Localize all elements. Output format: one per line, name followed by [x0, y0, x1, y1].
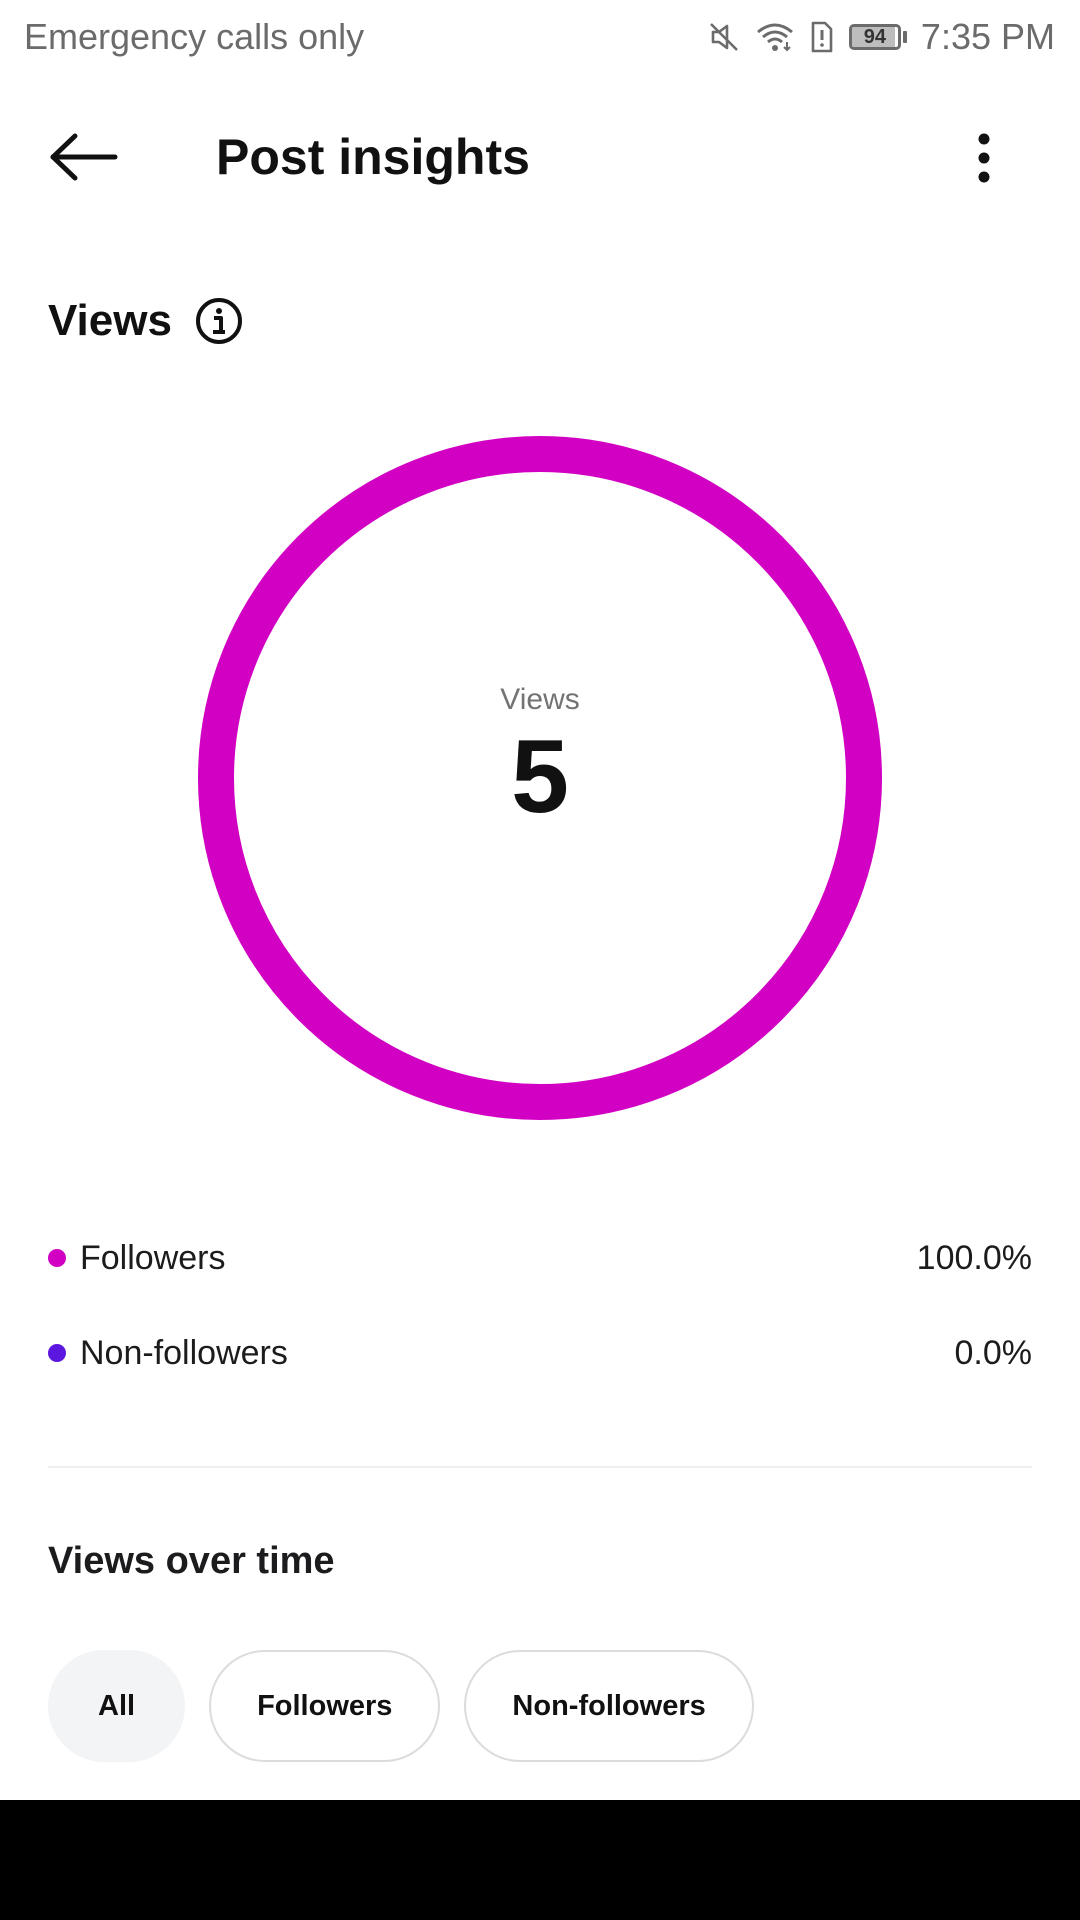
views-header: Views — [48, 296, 244, 346]
legend-value: 100.0% — [916, 1238, 1032, 1277]
legend-dot — [48, 1344, 66, 1362]
filter-chip-non-followers[interactable]: Non-followers — [464, 1650, 754, 1762]
carrier-text: Emergency calls only — [24, 16, 365, 57]
views-section-title: Views — [48, 296, 172, 345]
clock: 7:35 PM — [920, 16, 1055, 57]
legend-value: 0.0% — [954, 1333, 1033, 1372]
legend-row-followers: Followers 100.0% — [48, 1228, 1032, 1288]
legend-row-non-followers: Non-followers 0.0% — [48, 1323, 1032, 1383]
more-options-button[interactable] — [952, 122, 1016, 194]
filter-chip-all[interactable]: All — [48, 1650, 186, 1762]
donut-center: Views 5 — [196, 434, 884, 1122]
app-bar: Post insights — [0, 100, 1080, 212]
battery-icon: 94 — [848, 24, 907, 50]
legend-dot — [48, 1249, 66, 1267]
status-icons: 94 7:35 PM — [707, 16, 1055, 58]
arrow-left-icon — [50, 133, 118, 181]
mute-icon — [707, 20, 741, 54]
donut-center-value: 5 — [511, 719, 569, 836]
back-button[interactable] — [36, 122, 132, 192]
battery-level: 94 — [863, 25, 887, 48]
views-donut-chart: Views 5 — [196, 434, 884, 1122]
more-vertical-icon — [978, 133, 990, 183]
legend-label: Non-followers — [80, 1333, 288, 1372]
donut-center-label: Views — [500, 683, 580, 717]
page-title: Post insights — [216, 129, 530, 185]
divider — [48, 1466, 1032, 1468]
filter-chips: All Followers Non-followers — [48, 1650, 754, 1762]
system-navigation-bar — [0, 1800, 1080, 1920]
info-button[interactable] — [194, 296, 244, 346]
info-icon — [195, 298, 242, 344]
filter-chip-followers[interactable]: Followers — [209, 1650, 441, 1762]
views-over-time-title: Views over time — [48, 1540, 335, 1582]
wifi-icon — [755, 20, 795, 54]
status-bar: Emergency calls only 94 7:35 PM — [0, 0, 1080, 74]
legend-label: Followers — [80, 1238, 226, 1277]
sim-alert-icon — [809, 20, 835, 54]
